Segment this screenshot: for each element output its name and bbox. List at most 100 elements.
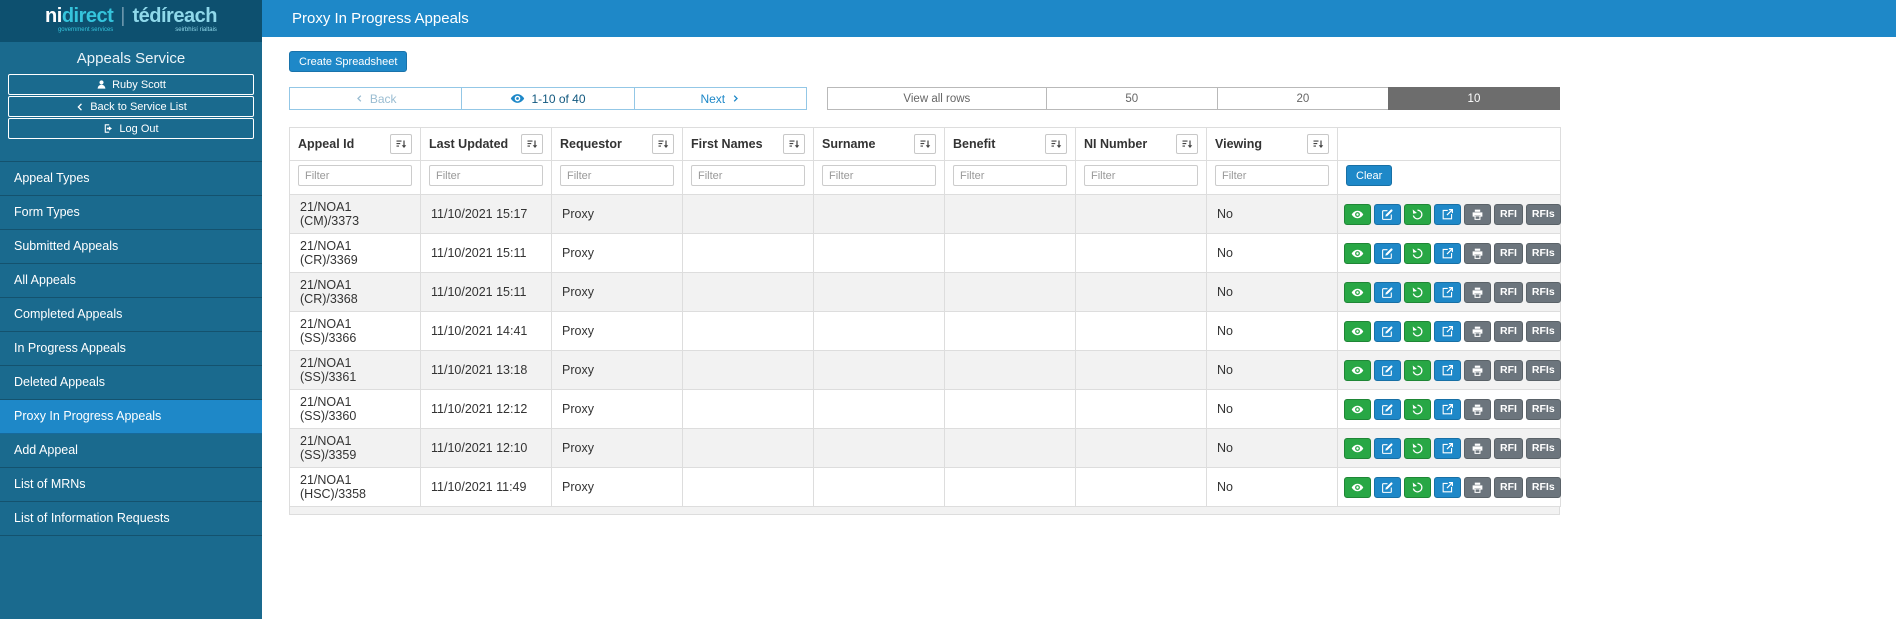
rfi-button[interactable]: RFI — [1494, 359, 1523, 381]
clear-filters-button[interactable]: Clear — [1346, 165, 1393, 186]
pagination-range[interactable]: 1-10 of 40 — [461, 87, 635, 110]
rfi-button[interactable]: RFI — [1494, 398, 1523, 420]
edit-button[interactable] — [1374, 281, 1401, 303]
sidebar-item-list-of-mrns[interactable]: List of MRNs — [0, 468, 262, 502]
view-button[interactable] — [1344, 203, 1371, 225]
rfi-button[interactable]: RFI — [1494, 242, 1523, 264]
pagination-next-button[interactable]: Next — [633, 87, 807, 110]
page-size-10[interactable]: 10 — [1387, 87, 1560, 110]
back-to-service-list-button[interactable]: Back to Service List — [8, 96, 254, 117]
export-button[interactable] — [1434, 359, 1461, 381]
sidebar-item-deleted-appeals[interactable]: Deleted Appeals — [0, 366, 262, 400]
cell-ni-number — [1075, 350, 1207, 390]
rfi-button[interactable]: RFI — [1494, 203, 1523, 225]
export-button[interactable] — [1434, 437, 1461, 459]
undo-icon — [1412, 326, 1423, 336]
view-button[interactable] — [1344, 437, 1371, 459]
cell-surname — [813, 194, 945, 234]
export-button[interactable] — [1434, 476, 1461, 498]
rfi-button[interactable]: RFI — [1494, 476, 1523, 498]
pagination-back-button[interactable]: Back — [289, 87, 463, 110]
undo-button[interactable] — [1404, 242, 1431, 264]
sidebar-item-appeal-types[interactable]: Appeal Types — [0, 162, 262, 196]
sidebar-item-proxy-in-progress-appeals[interactable]: Proxy In Progress Appeals — [0, 400, 262, 434]
filter-input-last-updated[interactable] — [429, 165, 543, 186]
print-button[interactable] — [1464, 320, 1491, 342]
print-button[interactable] — [1464, 281, 1491, 303]
sort-button-benefit[interactable] — [1045, 134, 1067, 154]
view-button[interactable] — [1344, 242, 1371, 264]
rfis-button[interactable]: RFIs — [1525, 398, 1561, 420]
view-button[interactable] — [1344, 476, 1371, 498]
cell-last-updated: 11/10/2021 15:11 — [420, 233, 552, 273]
undo-button[interactable] — [1404, 320, 1431, 342]
sort-button-surname[interactable] — [914, 134, 936, 154]
edit-button[interactable] — [1374, 203, 1401, 225]
filter-cell-first-names — [682, 160, 814, 195]
edit-button[interactable] — [1374, 476, 1401, 498]
export-button[interactable] — [1434, 203, 1461, 225]
undo-button[interactable] — [1404, 398, 1431, 420]
print-button[interactable] — [1464, 359, 1491, 381]
edit-button[interactable] — [1374, 320, 1401, 342]
edit-button[interactable] — [1374, 242, 1401, 264]
view-button[interactable] — [1344, 320, 1371, 342]
sidebar-item-in-progress-appeals[interactable]: In Progress Appeals — [0, 332, 262, 366]
edit-button[interactable] — [1374, 359, 1401, 381]
sidebar-item-submitted-appeals[interactable]: Submitted Appeals — [0, 230, 262, 264]
undo-button[interactable] — [1404, 437, 1431, 459]
sidebar-item-form-types[interactable]: Form Types — [0, 196, 262, 230]
edit-button[interactable] — [1374, 398, 1401, 420]
page-size-50[interactable]: 50 — [1045, 87, 1218, 110]
sort-button-viewing[interactable] — [1307, 134, 1329, 154]
rfi-button[interactable]: RFI — [1494, 437, 1523, 459]
sort-button-requestor[interactable] — [652, 134, 674, 154]
export-button[interactable] — [1434, 320, 1461, 342]
view-button[interactable] — [1344, 398, 1371, 420]
view-button[interactable] — [1344, 359, 1371, 381]
sidebar-item-add-appeal[interactable]: Add Appeal — [0, 434, 262, 468]
rfi-button[interactable]: RFI — [1494, 320, 1523, 342]
rfis-button[interactable]: RFIs — [1525, 437, 1561, 459]
undo-button[interactable] — [1404, 476, 1431, 498]
page-size-view-all-rows[interactable]: View all rows — [827, 87, 1047, 110]
filter-input-appeal-id[interactable] — [298, 165, 412, 186]
export-button[interactable] — [1434, 242, 1461, 264]
rfis-button[interactable]: RFIs — [1525, 242, 1561, 264]
undo-button[interactable] — [1404, 281, 1431, 303]
rfis-button[interactable]: RFIs — [1525, 359, 1561, 381]
filter-input-requestor[interactable] — [560, 165, 674, 186]
export-button[interactable] — [1434, 398, 1461, 420]
edit-button[interactable] — [1374, 437, 1401, 459]
sort-button-appeal-id[interactable] — [390, 134, 412, 154]
print-button[interactable] — [1464, 242, 1491, 264]
undo-button[interactable] — [1404, 359, 1431, 381]
print-button[interactable] — [1464, 398, 1491, 420]
filter-input-benefit[interactable] — [953, 165, 1067, 186]
page-size-20[interactable]: 20 — [1216, 87, 1389, 110]
filter-input-ni-number[interactable] — [1084, 165, 1198, 186]
filter-input-first-names[interactable] — [691, 165, 805, 186]
logout-button[interactable]: Log Out — [8, 118, 254, 139]
sidebar-item-completed-appeals[interactable]: Completed Appeals — [0, 298, 262, 332]
rfi-button[interactable]: RFI — [1494, 281, 1523, 303]
print-button[interactable] — [1464, 476, 1491, 498]
create-spreadsheet-button[interactable]: Create Spreadsheet — [289, 51, 408, 72]
print-button[interactable] — [1464, 203, 1491, 225]
undo-button[interactable] — [1404, 203, 1431, 225]
filter-input-viewing[interactable] — [1215, 165, 1329, 186]
user-button[interactable]: Ruby Scott — [8, 74, 254, 95]
sort-button-ni-number[interactable] — [1176, 134, 1198, 154]
view-button[interactable] — [1344, 281, 1371, 303]
print-button[interactable] — [1464, 437, 1491, 459]
sidebar-item-all-appeals[interactable]: All Appeals — [0, 264, 262, 298]
rfis-button[interactable]: RFIs — [1525, 203, 1561, 225]
filter-input-surname[interactable] — [822, 165, 936, 186]
rfis-button[interactable]: RFIs — [1525, 476, 1561, 498]
sort-button-first-names[interactable] — [783, 134, 805, 154]
sidebar-item-list-of-information-requests[interactable]: List of Information Requests — [0, 502, 262, 536]
sort-button-last-updated[interactable] — [521, 134, 543, 154]
rfis-button[interactable]: RFIs — [1525, 320, 1561, 342]
rfis-button[interactable]: RFIs — [1525, 281, 1561, 303]
export-button[interactable] — [1434, 281, 1461, 303]
